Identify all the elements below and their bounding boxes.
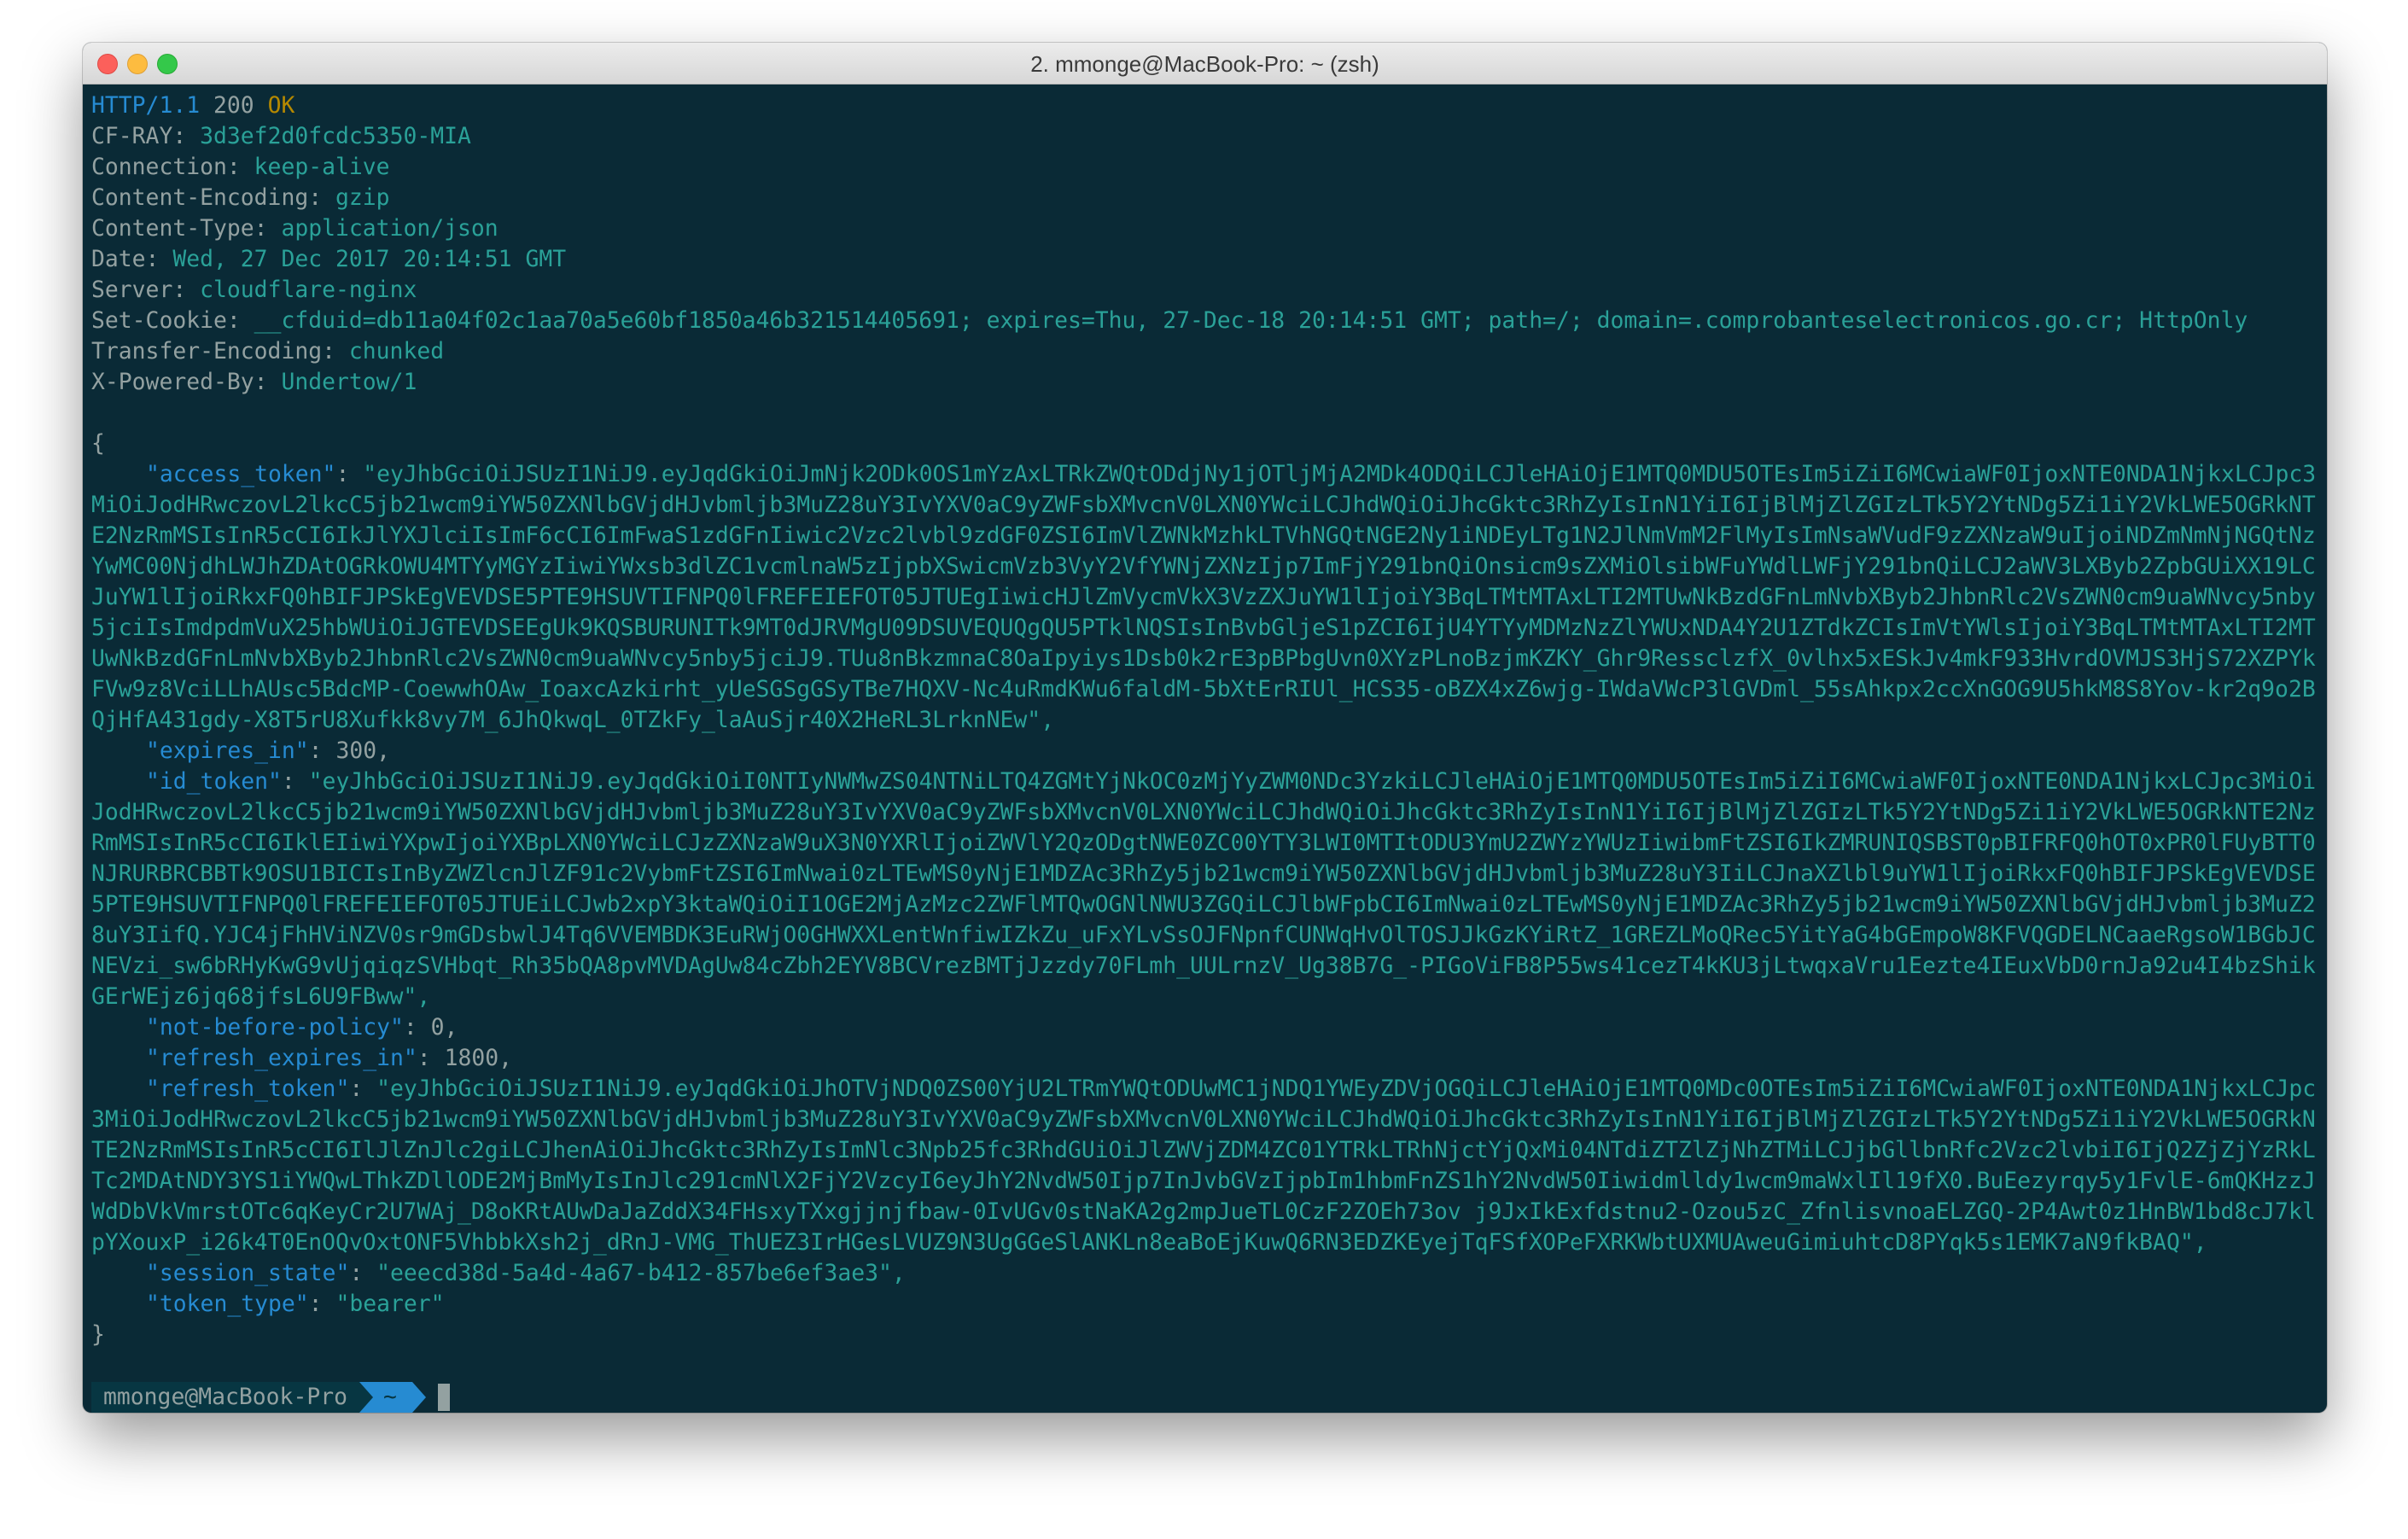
header-line: Date: Wed, 27 Dec 2017 20:14:51 GMT bbox=[91, 244, 2322, 275]
json-refresh-token-line: "refresh_token": "eyJhbGciOiJSUzI1NiJ9.e… bbox=[91, 1076, 2317, 1256]
header-line: Set-Cookie: __cfduid=db11a04f02c1aa70a5e… bbox=[91, 306, 2322, 336]
json-value: "eeecd38d-5a4d-4a67-b412-857be6ef3ae3", bbox=[376, 1260, 906, 1286]
json-refresh-expires-in-line: "refresh_expires_in": 1800, bbox=[146, 1045, 513, 1071]
json-access-token-line: "access_token": "eyJhbGciOiJSUzI1NiJ9.ey… bbox=[91, 461, 2317, 733]
header-value: cloudflare-nginx bbox=[200, 277, 417, 303]
header-name: Connection: bbox=[91, 154, 241, 180]
header-line: Transfer-Encoding: chunked bbox=[91, 336, 2322, 367]
header-name: X-Powered-By: bbox=[91, 369, 268, 395]
json-value: "eyJhbGciOiJSUzI1NiJ9.eyJqdGkiOiI0NTIyNW… bbox=[91, 768, 2317, 1010]
json-key: "id_token" bbox=[146, 768, 282, 795]
header-value: application/json bbox=[281, 215, 499, 242]
json-value: 300, bbox=[335, 737, 391, 764]
header-value: __cfduid=db11a04f02c1aa70a5e60bf1850a46b… bbox=[254, 307, 2248, 334]
json-expires-in-line: "expires_in": 300, bbox=[146, 737, 391, 764]
header-value: Undertow/1 bbox=[281, 369, 417, 395]
shell-prompt[interactable]: mmonge@MacBook-Pro ~ bbox=[91, 1382, 450, 1413]
text-cursor bbox=[437, 1384, 450, 1411]
json-id-token-line: "id_token": "eyJhbGciOiJSUzI1NiJ9.eyJqdG… bbox=[91, 768, 2317, 1010]
json-open-brace: { bbox=[91, 430, 105, 457]
http-status-reason: OK bbox=[267, 92, 295, 119]
header-line: Content-Type: application/json bbox=[91, 213, 2322, 244]
http-protocol: HTTP/1.1 bbox=[91, 92, 201, 119]
header-line: X-Powered-By: Undertow/1 bbox=[91, 367, 2322, 398]
header-name: Content-Encoding: bbox=[91, 184, 323, 211]
json-session-state-line: "session_state": "eeecd38d-5a4d-4a67-b41… bbox=[146, 1260, 906, 1286]
json-value: "eyJhbGciOiJSUzI1NiJ9.eyJqdGkiOiJmNjk2OD… bbox=[91, 461, 2317, 733]
json-key: "expires_in" bbox=[146, 737, 309, 764]
json-close-brace: } bbox=[91, 1321, 105, 1348]
header-name: CF-RAY: bbox=[91, 123, 187, 149]
json-key: "refresh_expires_in" bbox=[146, 1045, 417, 1071]
header-name: Server: bbox=[91, 277, 187, 303]
status-line: HTTP/1.1 200 OK bbox=[91, 90, 2322, 121]
terminal-output[interactable]: HTTP/1.1 200 OK CF-RAY: 3d3ef2d0fcdc5350… bbox=[91, 90, 2322, 1413]
prompt-user-host: mmonge@MacBook-Pro bbox=[91, 1382, 359, 1413]
prompt-directory: ~ bbox=[359, 1382, 426, 1413]
window-title: 2. mmonge@MacBook-Pro: ~ (zsh) bbox=[1030, 51, 1379, 77]
title-bar: 2. mmonge@MacBook-Pro: ~ (zsh) bbox=[83, 43, 2327, 85]
json-key: "token_type" bbox=[146, 1291, 309, 1317]
json-value: "eyJhbGciOiJSUzI1NiJ9.eyJqdGkiOiJhOTVjND… bbox=[91, 1076, 2317, 1256]
header-value: chunked bbox=[348, 338, 445, 364]
json-value: 0, bbox=[430, 1014, 458, 1041]
json-key: "not-before-policy" bbox=[146, 1014, 404, 1041]
header-line: Content-Encoding: gzip bbox=[91, 183, 2322, 213]
json-key: "refresh_token" bbox=[146, 1076, 350, 1102]
header-value: Wed, 27 Dec 2017 20:14:51 GMT bbox=[172, 246, 567, 272]
terminal-window: 2. mmonge@MacBook-Pro: ~ (zsh) HTTP/1.1 … bbox=[83, 43, 2327, 1413]
json-not-before-policy-line: "not-before-policy": 0, bbox=[146, 1014, 458, 1041]
http-status-code: 200 bbox=[213, 92, 254, 119]
header-value: 3d3ef2d0fcdc5350-MIA bbox=[200, 123, 471, 149]
json-key: "access_token" bbox=[146, 461, 336, 487]
header-name: Set-Cookie: bbox=[91, 307, 241, 334]
json-token-type-line: "token_type": "bearer" bbox=[146, 1291, 445, 1317]
header-line: Connection: keep-alive bbox=[91, 152, 2322, 183]
json-value: "bearer" bbox=[335, 1291, 445, 1317]
header-line: Server: cloudflare-nginx bbox=[91, 275, 2322, 306]
header-value: keep-alive bbox=[254, 154, 390, 180]
header-line: CF-RAY: 3d3ef2d0fcdc5350-MIA bbox=[91, 121, 2322, 152]
header-name: Content-Type: bbox=[91, 215, 268, 242]
header-name: Transfer-Encoding: bbox=[91, 338, 335, 364]
header-name: Date: bbox=[91, 246, 160, 272]
json-value: 1800, bbox=[444, 1045, 513, 1071]
json-key: "session_state" bbox=[146, 1260, 350, 1286]
header-value: gzip bbox=[335, 184, 390, 211]
